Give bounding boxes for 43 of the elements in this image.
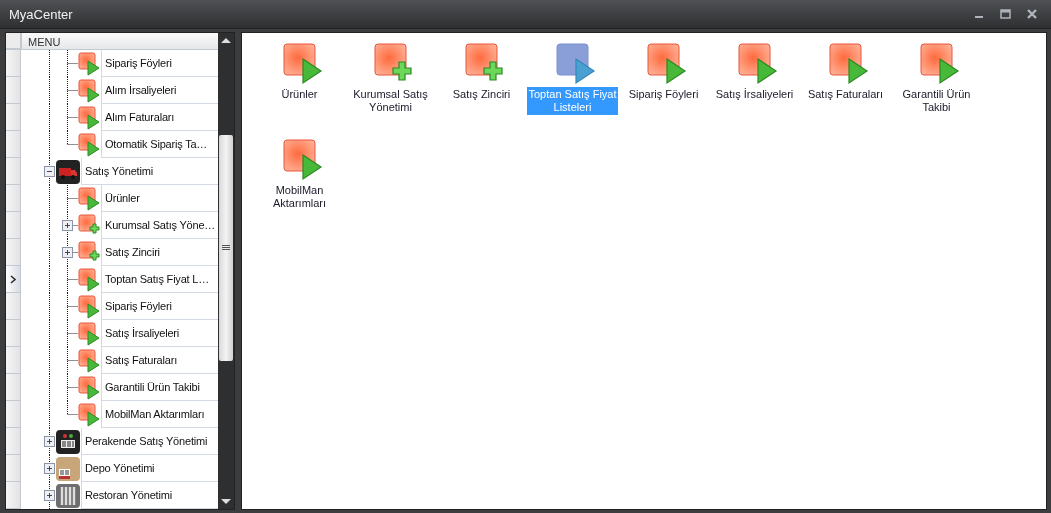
launch-icon bbox=[78, 375, 100, 400]
launch-icon bbox=[78, 402, 100, 427]
row-pointer-icon bbox=[10, 274, 16, 284]
window-title: MyaCenter bbox=[9, 6, 73, 22]
launch-icon[interactable] bbox=[555, 43, 596, 85]
cutlery-icon bbox=[56, 483, 80, 508]
launch-icon bbox=[78, 105, 100, 130]
launch-icon bbox=[78, 348, 100, 373]
barcode-icon bbox=[56, 429, 80, 454]
launch-icon[interactable] bbox=[646, 43, 687, 85]
tree-toggle[interactable] bbox=[62, 247, 73, 258]
shortcut-label[interactable]: Sipariş Föyleri bbox=[618, 87, 709, 102]
launch-icon bbox=[78, 294, 100, 319]
row-header[interactable] bbox=[6, 266, 21, 293]
launch-icon bbox=[78, 51, 100, 76]
launch-icon[interactable] bbox=[282, 139, 323, 181]
launch-icon[interactable] bbox=[282, 43, 323, 85]
launch-icon bbox=[78, 132, 100, 157]
launch-icon bbox=[78, 186, 100, 211]
launch-icon bbox=[78, 78, 100, 103]
shortcut-label[interactable]: Kurumsal Satış Yönetimi bbox=[345, 87, 436, 115]
box-icon bbox=[56, 456, 80, 481]
launch-icon bbox=[78, 321, 100, 346]
truck-icon bbox=[56, 159, 80, 184]
launch-icon[interactable] bbox=[737, 43, 778, 85]
launch-icon[interactable] bbox=[919, 43, 960, 85]
tree-toggle[interactable] bbox=[44, 166, 55, 177]
tree-toggle[interactable] bbox=[44, 463, 55, 474]
shortcut-label[interactable]: Garantili Ürün Takibi bbox=[891, 87, 982, 115]
tree-toggle[interactable] bbox=[62, 220, 73, 231]
shortcut-label[interactable]: Satış Zinciri bbox=[436, 87, 527, 102]
shortcut-label[interactable]: Satış Faturaları bbox=[800, 87, 891, 102]
shortcut-label[interactable]: Ürünler bbox=[254, 87, 345, 102]
shortcut-label[interactable]: Satış İrsaliyeleri bbox=[709, 87, 800, 102]
shortcut-label[interactable]: MobilMan Aktarımları bbox=[254, 183, 345, 211]
close-icon[interactable] bbox=[1027, 9, 1037, 19]
launch-icon bbox=[78, 267, 100, 292]
tree-toggle[interactable] bbox=[44, 490, 55, 501]
launch-icon[interactable] bbox=[828, 43, 869, 85]
maximize-icon[interactable] bbox=[1000, 9, 1011, 19]
column-header[interactable]: MENU bbox=[21, 33, 218, 49]
tree-toggle[interactable] bbox=[44, 436, 55, 447]
scrollbar-thumb[interactable] bbox=[219, 135, 233, 361]
